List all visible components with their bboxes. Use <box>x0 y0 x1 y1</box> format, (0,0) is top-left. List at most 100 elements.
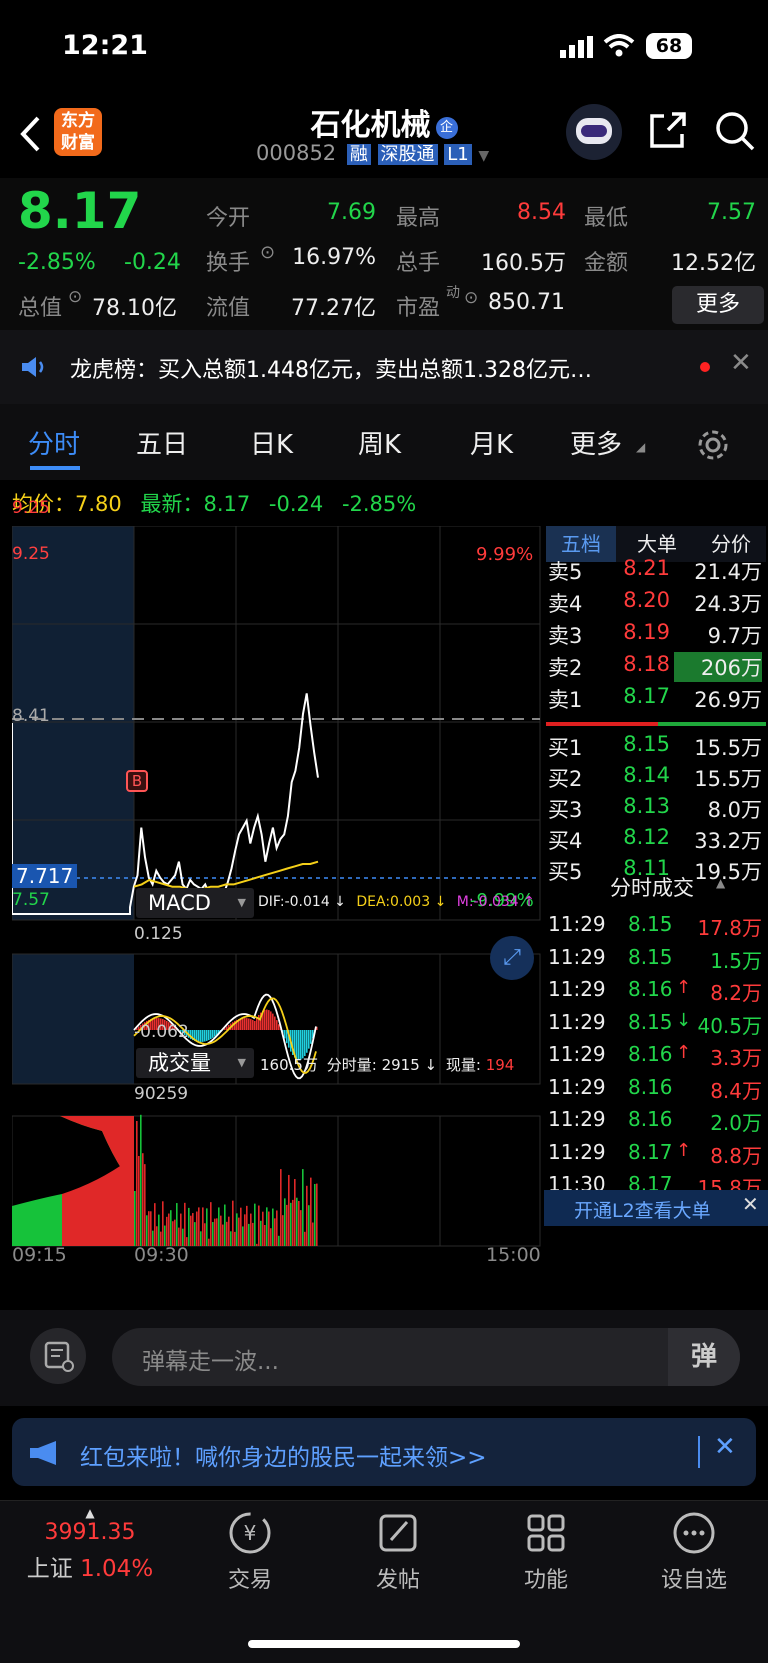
tab-more[interactable]: 更多 <box>570 424 622 461</box>
tab-intraday[interactable]: 分时 <box>28 424 80 461</box>
ask-row[interactable]: 卖4 8.20 24.3万 <box>548 588 764 620</box>
trade-icon: ¥ <box>229 1512 271 1554</box>
index-name: 上证 <box>26 1556 73 1582</box>
notice-bar[interactable]: 龙虎榜：买入总额1.448亿元，卖出总额1.328亿元… ✕ <box>0 330 768 404</box>
latest-value: 8.17 <box>203 492 251 516</box>
tab-weekly[interactable]: 周K <box>358 424 401 461</box>
volume-bar <box>146 1215 148 1246</box>
nav-functions-label: 功能 <box>523 1568 568 1593</box>
more-button[interactable]: 更多 <box>672 286 764 324</box>
nav-watchlist[interactable]: 设自选 <box>634 1510 754 1594</box>
bid-price: 8.15 <box>623 732 670 756</box>
tick-time: 11:29 <box>548 912 606 936</box>
tick-volume: 17.8万 <box>697 916 762 940</box>
pre-market-zone-macd <box>12 954 134 1084</box>
x-axis-start: 09:15 <box>12 1244 67 1266</box>
ask-row[interactable]: 卖1 8.17 26.9万 <box>548 684 764 716</box>
speaker-icon <box>22 357 44 377</box>
tick-time: 11:29 <box>548 1009 606 1034</box>
comment-list-icon[interactable] <box>30 1328 86 1384</box>
ask-row[interactable]: 卖3 8.19 9.7万 <box>548 620 764 652</box>
more-dots-icon[interactable]: ⊙ <box>260 242 275 263</box>
volume-bar <box>192 1213 194 1246</box>
ticks-caret-icon[interactable]: ▲ <box>716 876 725 890</box>
nav-functions[interactable]: 功能 <box>486 1510 606 1594</box>
promo-divider <box>698 1436 700 1468</box>
l2-banner[interactable]: 开通L2查看大单 ✕ <box>544 1190 768 1226</box>
chevron-down-icon[interactable]: ▼ <box>478 148 489 164</box>
volume-bar <box>264 1225 266 1246</box>
volume-bar <box>286 1204 288 1246</box>
ask-volume: 206万 <box>674 652 762 682</box>
nav-post[interactable]: 发帖 <box>338 1510 458 1594</box>
amount-label: 金额 <box>584 251 629 276</box>
danmu-input[interactable]: 弹幕走一波... 弹 <box>112 1328 740 1386</box>
premarket-sell-area <box>60 1116 134 1246</box>
macd-bar <box>284 1030 286 1039</box>
volume-bar <box>302 1169 304 1246</box>
volume-bar <box>278 1235 280 1246</box>
volume-top-label: 90259 <box>134 1084 189 1104</box>
tab-monthly[interactable]: 月K <box>470 424 513 461</box>
tab-daily[interactable]: 日K <box>250 424 293 461</box>
volume-bar <box>236 1213 238 1246</box>
volume-bar <box>196 1211 198 1246</box>
macd-selector[interactable]: MACD ▼ <box>136 888 254 918</box>
x-axis-open: 09:30 <box>134 1244 189 1266</box>
settings-gear-icon[interactable] <box>696 428 730 462</box>
volume-bar <box>248 1223 250 1246</box>
volume-bar <box>184 1202 186 1246</box>
bid-label: 买1 <box>548 736 583 760</box>
ask-volume: 9.7万 <box>707 624 762 648</box>
volume-bar <box>134 1191 136 1246</box>
ask-volume: 26.9万 <box>694 688 762 712</box>
search-icon[interactable] <box>714 110 756 152</box>
macd-bar <box>256 1017 258 1030</box>
volume-selector[interactable]: 成交量 ▼ <box>136 1048 254 1078</box>
ask-row[interactable]: 卖5 8.21 21.4万 <box>548 556 764 588</box>
danmu-placeholder: 弹幕走一波... <box>142 1349 279 1375</box>
promo-banner[interactable]: 红包来啦！喊你身边的股民一起来领>> ✕ <box>12 1418 756 1486</box>
macd-bar <box>308 1030 310 1049</box>
more-circle-icon <box>673 1512 715 1554</box>
ask-label: 卖2 <box>548 656 583 680</box>
macd-bar <box>202 1030 204 1042</box>
volume-bar <box>202 1207 204 1246</box>
nav-trade[interactable]: ¥ 交易 <box>190 1510 310 1594</box>
close-icon[interactable]: ✕ <box>730 348 752 378</box>
bid-row[interactable]: 买3 8.13 8.0万 <box>548 794 764 826</box>
pe-dots-icon[interactable]: ⊙ <box>464 288 478 308</box>
x-axis-end: 15:00 <box>486 1244 541 1266</box>
ask-row[interactable]: 卖2 8.18 206万 <box>548 652 764 684</box>
info-dots-icon[interactable]: ⊙ <box>68 287 82 307</box>
volume-bar <box>298 1200 300 1246</box>
ask-price: 8.19 <box>623 620 670 644</box>
ask-label: 卖1 <box>548 688 583 712</box>
expand-icon[interactable]: ⤢ <box>490 936 534 980</box>
volume-bar <box>284 1198 286 1246</box>
bid-row[interactable]: 买2 8.14 15.5万 <box>548 763 764 795</box>
macd-bar <box>198 1030 200 1042</box>
volume-bar <box>168 1213 170 1246</box>
tab-underline <box>30 466 80 470</box>
tab-5day[interactable]: 五日 <box>136 424 188 461</box>
volume-bar <box>232 1200 234 1246</box>
danmu-toggle-icon[interactable]: 弹 <box>668 1328 740 1386</box>
volume-bar <box>136 1121 138 1246</box>
volume-bar <box>238 1217 240 1246</box>
tick-price: 8.15 <box>628 944 673 969</box>
robot-assistant-icon[interactable] <box>566 104 622 160</box>
index-ticker[interactable]: ▲ 3991.35 上证 1.04% <box>20 1506 160 1583</box>
signal-icon <box>560 36 593 58</box>
intraday-chart[interactable] <box>12 526 542 1306</box>
bid-row[interactable]: 买1 8.15 15.5万 <box>548 732 764 764</box>
bid-row[interactable]: 买4 8.12 33.2万 <box>548 825 764 857</box>
volume-total: 160.5万 <box>260 1056 318 1074</box>
promo-close-icon[interactable]: ✕ <box>714 1432 736 1462</box>
buy-marker[interactable]: B <box>126 770 148 792</box>
l2-close-icon[interactable]: ✕ <box>742 1192 759 1216</box>
tab-more-caret-icon: ◢ <box>636 440 646 454</box>
bid-label: 买5 <box>548 860 583 884</box>
tick-row: 11:29 8.17 ↑ 8.8万 <box>548 1140 764 1174</box>
share-icon[interactable] <box>648 110 688 150</box>
